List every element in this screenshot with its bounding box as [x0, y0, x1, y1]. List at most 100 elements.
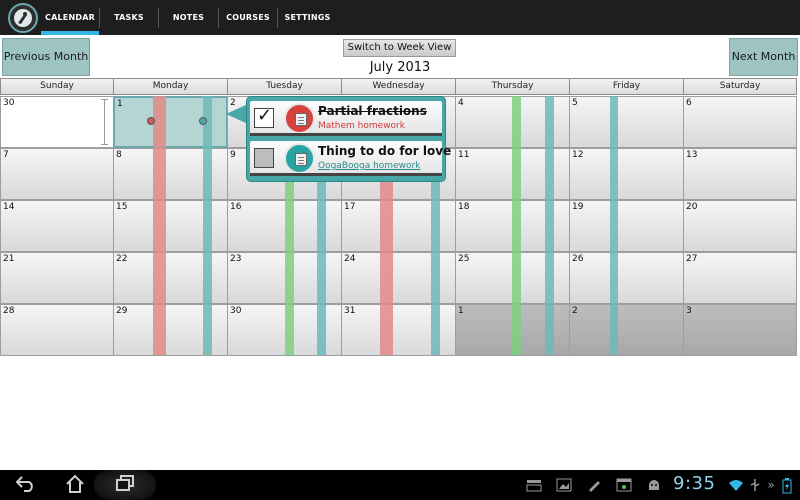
task-item[interactable]: Thing to do for love OogaBooga homework [250, 141, 451, 176]
task-course[interactable]: Mathem homework [318, 121, 405, 131]
day-number: 16 [230, 202, 242, 212]
day-number: 12 [572, 150, 584, 160]
weekday-header-saturday: Saturday [683, 78, 797, 95]
day-number: 30 [3, 98, 15, 108]
task-divider [250, 133, 442, 136]
day-number: 5 [572, 98, 578, 108]
day-number: 20 [686, 202, 698, 212]
day-cell[interactable]: 21 [0, 252, 114, 304]
day-number: 4 [458, 98, 464, 108]
day-number: 24 [344, 254, 356, 264]
day-number: 19 [572, 202, 584, 212]
checkmark-icon: ✓ [257, 105, 273, 126]
task-title: Thing to do for love [318, 144, 452, 158]
system-bar: 9:35 » [0, 470, 800, 500]
day-number: 11 [458, 150, 470, 160]
day-number: 14 [3, 202, 15, 212]
day-number: 13 [686, 150, 698, 160]
fast-forward-icon: » [767, 478, 775, 492]
day-cell[interactable]: 19 [569, 200, 684, 252]
weekday-header-friday: Friday [569, 78, 684, 95]
app-notification-icon[interactable] [615, 478, 633, 492]
day-number: 31 [344, 306, 356, 316]
weekday-header-monday: Monday [113, 78, 228, 95]
task-dot-teal[interactable] [199, 117, 207, 125]
home-icon[interactable] [62, 474, 88, 496]
day-number: 30 [230, 306, 242, 316]
day-number: 25 [458, 254, 470, 264]
task-checkbox[interactable] [254, 148, 274, 168]
course-stripe-red [153, 96, 166, 355]
day-number: 1 [117, 99, 123, 109]
previous-month-button[interactable]: Previous Month [2, 38, 90, 76]
download-notification-icon[interactable] [525, 478, 543, 492]
day-number: 27 [686, 254, 698, 264]
task-dot-red[interactable] [147, 117, 155, 125]
day-number: 1 [458, 306, 464, 316]
day-number: 18 [458, 202, 470, 212]
app-logo-icon[interactable] [8, 3, 38, 33]
today-resize-handle[interactable] [101, 99, 108, 145]
day-number: 8 [116, 150, 122, 160]
day-number: 26 [572, 254, 584, 264]
day-number: 28 [3, 306, 15, 316]
day-number: 22 [116, 254, 128, 264]
next-month-button[interactable]: Next Month [729, 38, 798, 76]
task-divider [250, 173, 442, 176]
day-cell[interactable]: 7 [0, 148, 114, 200]
course-book-icon [284, 103, 315, 134]
day-cell[interactable]: 26 [569, 252, 684, 304]
day-tasks-popup: ✓ Partial fractions Mathem homework Thin… [247, 97, 451, 181]
task-title: Partial fractions [318, 104, 427, 118]
task-item[interactable]: ✓ Partial fractions Mathem homework [250, 101, 442, 136]
weekday-header-sunday: Sunday [0, 78, 114, 95]
tab-courses[interactable]: COURSES [219, 0, 277, 35]
course-stripe-teal [610, 96, 618, 355]
switch-to-week-view-button[interactable]: Switch to Week View [343, 39, 456, 57]
popup-pointer [226, 104, 248, 124]
day-cell[interactable]: 27 [683, 252, 797, 304]
day-number: 21 [3, 254, 15, 264]
day-cell[interactable]: 13 [683, 148, 797, 200]
day-cell-next-month[interactable]: 2 [569, 304, 684, 356]
tab-settings[interactable]: SETTINGS [278, 0, 337, 35]
task-checkbox-checked[interactable]: ✓ [254, 105, 274, 128]
day-number: 2 [572, 306, 578, 316]
usb-debug-icon [748, 478, 762, 492]
day-cell[interactable]: 6 [683, 96, 797, 148]
day-cell[interactable]: 28 [0, 304, 114, 356]
day-cell[interactable]: 14 [0, 200, 114, 252]
day-number: 23 [230, 254, 242, 264]
course-stripe-green [285, 181, 294, 355]
day-number: 3 [686, 306, 692, 316]
screenshot-notification-icon[interactable] [555, 478, 573, 492]
tab-tasks[interactable]: TASKS [100, 0, 158, 35]
month-title: July 2013 [369, 60, 431, 75]
wifi-icon [728, 478, 744, 492]
recent-apps-icon[interactable] [112, 474, 138, 496]
day-cell-today[interactable]: 30 [0, 96, 114, 148]
weekday-header-thursday: Thursday [455, 78, 570, 95]
course-stripe-teal [317, 181, 326, 355]
day-number: 7 [3, 150, 9, 160]
task-course[interactable]: OogaBooga homework [318, 161, 420, 171]
course-stripe-teal [203, 96, 212, 355]
day-cell-next-month[interactable]: 3 [683, 304, 797, 356]
course-book-icon [284, 143, 315, 174]
back-icon[interactable] [12, 474, 38, 496]
day-number: 9 [230, 150, 236, 160]
status-clock: 9:35 [673, 473, 716, 494]
weekday-header-tuesday: Tuesday [227, 78, 342, 95]
tab-notes[interactable]: NOTES [159, 0, 218, 35]
pen-notification-icon[interactable] [585, 478, 603, 492]
course-stripe-teal [545, 96, 554, 355]
day-number: 15 [116, 202, 128, 212]
day-number: 29 [116, 306, 128, 316]
android-notification-icon[interactable] [645, 478, 663, 492]
day-number: 17 [344, 202, 356, 212]
course-stripe-red [380, 181, 393, 355]
day-cell[interactable]: 5 [569, 96, 684, 148]
day-cell[interactable]: 12 [569, 148, 684, 200]
tab-calendar[interactable]: CALENDAR [41, 0, 99, 35]
day-cell[interactable]: 20 [683, 200, 797, 252]
